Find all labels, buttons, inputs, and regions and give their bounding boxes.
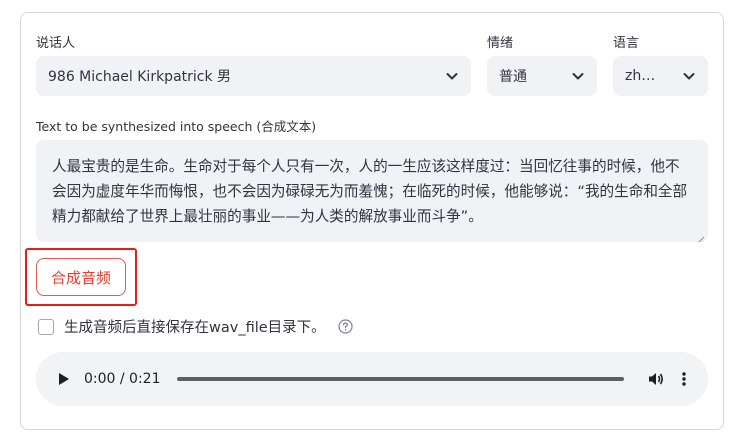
audio-player: 0:00 / 0:21 bbox=[36, 352, 708, 406]
chevron-down-icon bbox=[571, 69, 585, 83]
audio-time: 0:00 / 0:21 bbox=[84, 371, 161, 387]
speaker-value: 986 Michael Kirkpatrick 男 bbox=[48, 69, 232, 85]
save-option-row: 生成音频后直接保存在wav_file目录下。 bbox=[38, 316, 353, 337]
language-value: zh… bbox=[625, 68, 656, 84]
emotion-value: 普通 bbox=[499, 69, 527, 85]
language-label: 语言 bbox=[613, 36, 640, 51]
play-icon[interactable] bbox=[56, 371, 72, 387]
synthesis-text-input[interactable]: 人最宝贵的是生命。生命对于每个人只有一次，人的一生应该这样度过：当回忆往事的时候… bbox=[36, 140, 708, 242]
more-options-icon[interactable] bbox=[678, 369, 690, 389]
help-icon[interactable] bbox=[338, 319, 353, 334]
save-checkbox[interactable] bbox=[38, 318, 54, 335]
language-select[interactable]: zh… bbox=[613, 56, 708, 96]
resize-handle-icon[interactable] bbox=[695, 229, 705, 242]
emotion-label: 情绪 bbox=[487, 36, 514, 51]
save-checkbox-label[interactable]: 生成音频后直接保存在wav_file目录下。 bbox=[64, 316, 326, 337]
chevron-down-icon bbox=[682, 69, 696, 83]
speaker-label: 说话人 bbox=[36, 36, 76, 51]
speaker-select[interactable]: 986 Michael Kirkpatrick 男 bbox=[36, 56, 471, 96]
text-label: Text to be synthesized into speech (合成文本… bbox=[36, 119, 317, 134]
synthesis-text-value: 人最宝贵的是生命。生命对于每个人只有一次，人的一生应该这样度过：当回忆往事的时候… bbox=[52, 158, 688, 225]
emotion-select[interactable]: 普通 bbox=[487, 56, 597, 96]
volume-icon[interactable] bbox=[646, 369, 666, 389]
synthesize-audio-button[interactable]: 合成音频 bbox=[36, 258, 126, 296]
chevron-down-icon bbox=[445, 69, 459, 83]
audio-progress-bar[interactable] bbox=[176, 377, 624, 381]
